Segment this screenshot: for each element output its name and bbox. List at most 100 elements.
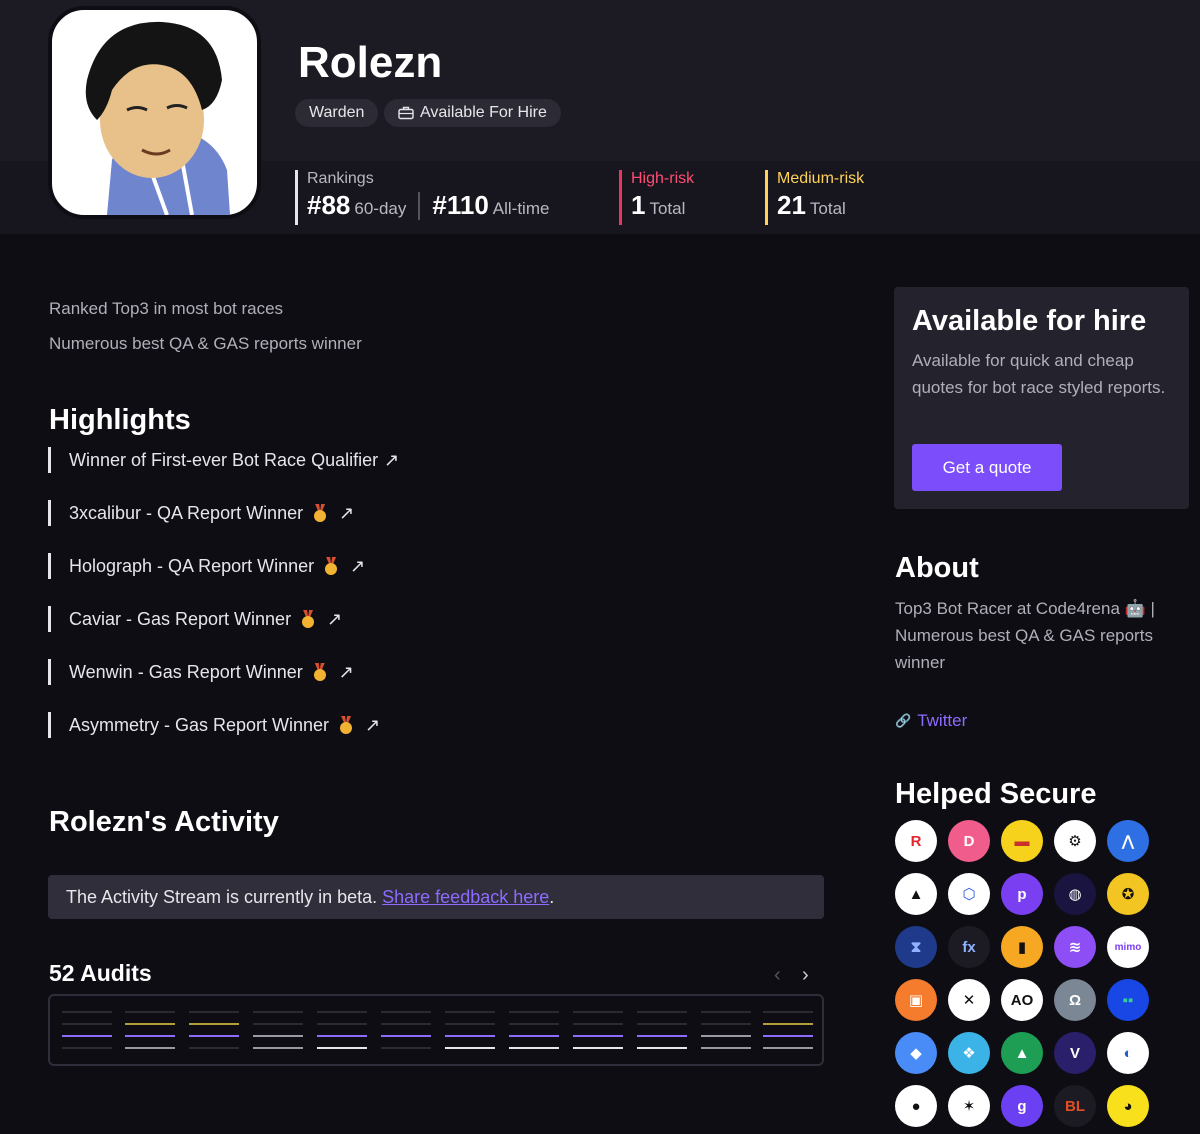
rank-60-day-suffix: 60-day bbox=[354, 199, 407, 218]
rank-60-day-value: #88 bbox=[307, 190, 351, 220]
project-logo-icon[interactable]: mimo bbox=[1107, 926, 1149, 968]
rank-all-time-value: #110 bbox=[432, 190, 489, 220]
about-title: About bbox=[895, 552, 979, 584]
high-risk-label: High-risk bbox=[631, 170, 695, 187]
rank-divider bbox=[418, 191, 421, 220]
project-logo-icon[interactable]: ◆ bbox=[895, 1032, 937, 1074]
bio-line-2: Numerous best QA & GAS reports winner bbox=[49, 334, 362, 353]
previous-arrow-icon[interactable]: ‹ bbox=[774, 964, 781, 987]
project-logo-icon[interactable]: ▲ bbox=[895, 873, 937, 915]
highlight-label: Asymmetry - Gas Report Winner bbox=[69, 715, 330, 735]
briefcase-icon bbox=[398, 106, 414, 120]
project-logo-icon[interactable]: BL bbox=[1054, 1085, 1096, 1127]
medium-risk-value: 21 bbox=[777, 190, 806, 220]
twitter-link[interactable]: 🔗 Twitter bbox=[895, 711, 967, 731]
highlight-label: 3xcalibur - QA Report Winner bbox=[69, 503, 304, 523]
twitter-label: Twitter bbox=[917, 711, 968, 730]
project-logo-icon[interactable]: ❖ bbox=[948, 1032, 990, 1074]
external-link-arrow-icon: ↗ bbox=[350, 556, 366, 576]
highlight-item[interactable]: Winner of First-ever Bot Race Qualifier ↗ bbox=[48, 447, 399, 473]
highlight-label: Wenwin - Gas Report Winner bbox=[69, 662, 303, 682]
project-logo-icon[interactable]: ◍ bbox=[1054, 873, 1096, 915]
audits-timeline-chart bbox=[62, 1011, 813, 1049]
project-logo-icon[interactable]: Ω bbox=[1054, 979, 1096, 1021]
beta-notice-text: The Activity Stream is currently in beta… bbox=[66, 887, 378, 907]
project-logo-icon[interactable]: ≋ bbox=[1054, 926, 1096, 968]
project-logo-icon[interactable]: D bbox=[948, 820, 990, 862]
project-logo-icon[interactable]: ⚙ bbox=[1054, 820, 1096, 862]
high-risk-stat: High-risk 1 Total bbox=[619, 170, 694, 225]
beta-notice: The Activity Stream is currently in beta… bbox=[48, 875, 824, 919]
avatar-illustration bbox=[85, 21, 230, 215]
high-risk-suffix: Total bbox=[649, 199, 686, 218]
link-icon: 🔗 bbox=[895, 713, 912, 728]
project-logo-icon[interactable]: AO bbox=[1001, 979, 1043, 1021]
project-logo-icon[interactable]: g bbox=[1001, 1085, 1043, 1127]
hire-card: Available for hire Available for quick a… bbox=[894, 287, 1189, 509]
medium-risk-stat: Medium-risk 21 Total bbox=[765, 170, 864, 225]
medium-risk-label: Medium-risk bbox=[777, 170, 865, 187]
avatar bbox=[48, 6, 261, 219]
project-logo-icon[interactable]: ▮ bbox=[1001, 926, 1043, 968]
hire-card-title: Available for hire bbox=[912, 305, 1147, 337]
highlight-item[interactable]: Asymmetry - Gas Report Winner ↗ bbox=[48, 712, 380, 738]
profile-header: Rolezn Warden Available For Hire Ranking… bbox=[0, 0, 1200, 234]
project-logo-icon[interactable]: ▬ bbox=[1001, 820, 1043, 862]
high-risk-value: 1 bbox=[631, 190, 646, 220]
highlights-title: Highlights bbox=[49, 404, 191, 436]
medal-icon bbox=[339, 716, 353, 734]
external-link-arrow-icon: ↗ bbox=[384, 450, 400, 470]
beta-notice-period: . bbox=[549, 887, 555, 907]
medal-icon bbox=[301, 610, 315, 628]
about-text: Top3 Bot Racer at Code4rena 🤖 | Numerous… bbox=[895, 599, 1155, 672]
project-logo-icon[interactable]: V bbox=[1054, 1032, 1096, 1074]
audits-count-title: 52 Audits bbox=[49, 960, 152, 986]
project-logo-icon[interactable]: ◕ bbox=[1107, 1085, 1149, 1127]
project-logo-icon[interactable]: ⋀ bbox=[1107, 820, 1149, 862]
external-link-arrow-icon: ↗ bbox=[327, 609, 343, 629]
project-logo-icon[interactable]: ✪ bbox=[1107, 873, 1149, 915]
project-logo-icon[interactable]: R bbox=[895, 820, 937, 862]
project-logo-icon[interactable]: ⧗ bbox=[895, 926, 937, 968]
activity-title: Rolezn's Activity bbox=[49, 806, 279, 838]
rankings-label: Rankings bbox=[307, 170, 374, 187]
highlight-label: Holograph - QA Report Winner bbox=[69, 556, 315, 576]
warden-badge-label: Warden bbox=[309, 104, 365, 121]
medal-icon bbox=[324, 557, 338, 575]
project-logo-icon[interactable]: ● bbox=[895, 1085, 937, 1127]
highlight-item[interactable]: 3xcalibur - QA Report Winner ↗ bbox=[48, 500, 354, 526]
external-link-arrow-icon: ↗ bbox=[339, 503, 355, 523]
project-logo-icon[interactable]: ▣ bbox=[895, 979, 937, 1021]
highlight-item[interactable]: Wenwin - Gas Report Winner ↗ bbox=[48, 659, 354, 685]
external-link-arrow-icon: ↗ bbox=[338, 662, 354, 682]
helped-secure-title: Helped Secure bbox=[895, 778, 1097, 810]
helped-secure-logos: R D ▬ ⚙ ⋀ ▲ ⬡ p ◍ ✪ ⧗ fx ▮ ≋ mimo ▣ ✕ AO Ω ▪▪ ◆ ❖ ▲ V ◐ ● ✶ g BL ◕ bbox=[895, 820, 1155, 1127]
highlight-item[interactable]: Holograph - QA Report Winner ↗ bbox=[48, 553, 365, 579]
project-logo-icon[interactable]: ▪▪ bbox=[1107, 979, 1149, 1021]
next-arrow-icon[interactable]: › bbox=[802, 964, 809, 987]
audits-timeline bbox=[48, 994, 824, 1066]
warden-badge: Warden bbox=[295, 99, 379, 127]
available-for-hire-badge: Available For Hire bbox=[384, 99, 561, 127]
project-logo-icon[interactable]: ◐ bbox=[1107, 1032, 1149, 1074]
project-logo-icon[interactable]: ✶ bbox=[948, 1085, 990, 1127]
project-logo-icon[interactable]: ▲ bbox=[1001, 1032, 1043, 1074]
rankings-stat: Rankings #88 60-day #110 All-time bbox=[295, 170, 549, 225]
project-logo-icon[interactable]: ✕ bbox=[948, 979, 990, 1021]
highlight-item[interactable]: Caviar - Gas Report Winner ↗ bbox=[48, 606, 342, 632]
share-feedback-link[interactable]: Share feedback here bbox=[382, 887, 549, 907]
get-a-quote-button[interactable]: Get a quote bbox=[912, 444, 1062, 491]
bio-line-1: Ranked Top3 in most bot races bbox=[49, 299, 284, 318]
project-logo-icon[interactable]: p bbox=[1001, 873, 1043, 915]
highlight-label: Winner of First-ever Bot Race Qualifier bbox=[69, 450, 379, 470]
medium-risk-suffix: Total bbox=[809, 199, 846, 218]
profile-name: Rolezn bbox=[298, 38, 443, 87]
rank-all-time-suffix: All-time bbox=[492, 199, 550, 218]
available-for-hire-label: Available For Hire bbox=[420, 104, 547, 121]
project-logo-icon[interactable]: fx bbox=[948, 926, 990, 968]
highlight-label: Caviar - Gas Report Winner bbox=[69, 609, 292, 629]
medal-icon bbox=[313, 504, 327, 522]
hire-card-text: Available for quick and cheap quotes for… bbox=[912, 351, 1166, 397]
project-logo-icon[interactable]: ⬡ bbox=[948, 873, 990, 915]
external-link-arrow-icon: ↗ bbox=[365, 715, 381, 735]
